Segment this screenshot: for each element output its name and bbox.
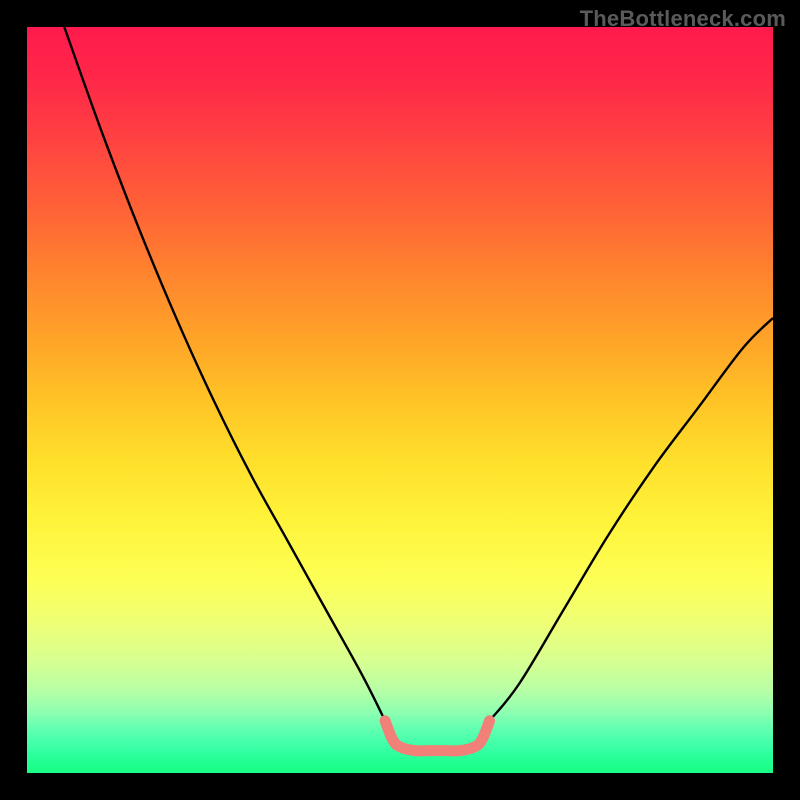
bottleneck-left-curve xyxy=(64,27,385,721)
bottleneck-right-curve xyxy=(490,318,773,721)
chart-curves xyxy=(27,27,773,773)
plot-area xyxy=(27,27,773,773)
watermark-label: TheBottleneck.com xyxy=(580,6,786,32)
bottleneck-chart: TheBottleneck.com xyxy=(0,0,800,800)
optimal-zone-curve xyxy=(385,721,489,751)
